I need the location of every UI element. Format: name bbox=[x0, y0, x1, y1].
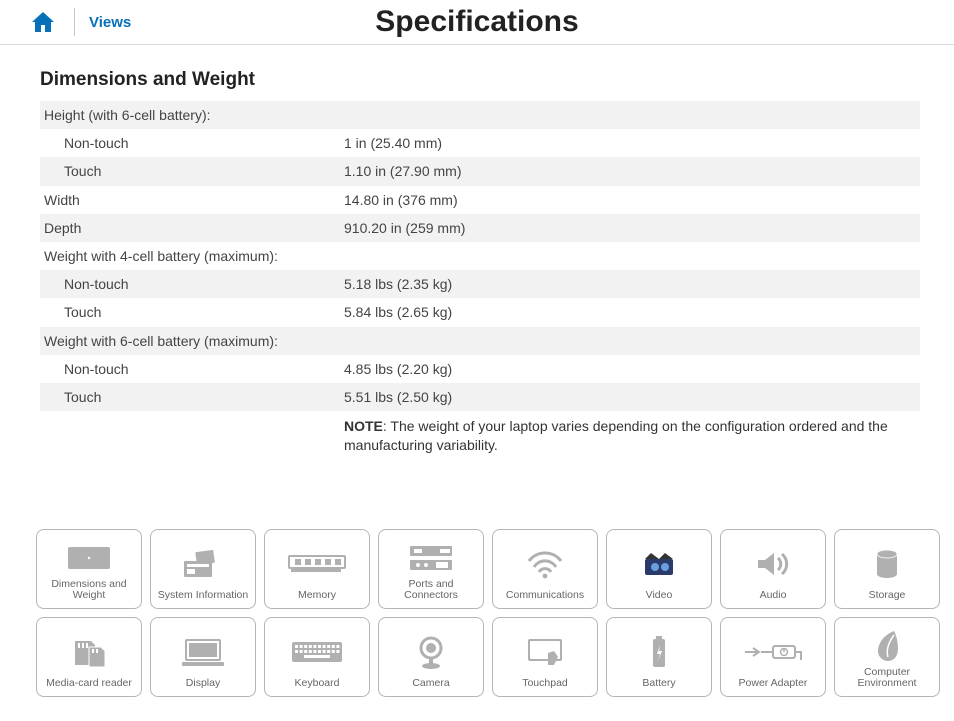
spec-row: Height (with 6-cell battery): bbox=[40, 101, 920, 129]
nav-label: Audio bbox=[760, 590, 787, 602]
nav-label: Battery bbox=[642, 678, 675, 690]
spec-value: 5.18 lbs (2.35 kg) bbox=[344, 275, 920, 293]
note-text: NOTE: The weight of your laptop varies d… bbox=[344, 417, 904, 455]
nav-dimensions-and-weight[interactable]: Dimensions and Weight bbox=[36, 529, 142, 609]
memory-icon bbox=[287, 538, 347, 590]
nav-label: Video bbox=[646, 590, 673, 602]
battery-icon bbox=[650, 626, 668, 678]
spec-label: Weight with 4-cell battery (maximum): bbox=[44, 247, 344, 265]
spec-value bbox=[344, 247, 920, 265]
nav-camera[interactable]: Camera bbox=[378, 617, 484, 697]
nav-battery[interactable]: Battery bbox=[606, 617, 712, 697]
nav-system-information[interactable]: System Information bbox=[150, 529, 256, 609]
nav-keyboard[interactable]: Keyboard bbox=[264, 617, 370, 697]
spec-row: Touch5.84 lbs (2.65 kg) bbox=[40, 298, 920, 326]
spec-label: Non-touch bbox=[44, 134, 344, 152]
nav-label: Media-card reader bbox=[46, 678, 132, 690]
top-bar: Views Specifications bbox=[0, 0, 954, 45]
spec-row: Width14.80 in (376 mm) bbox=[40, 186, 920, 214]
nav-touchpad[interactable]: Touchpad bbox=[492, 617, 598, 697]
spec-row: Touch5.51 lbs (2.50 kg) bbox=[40, 383, 920, 411]
page-title: Specifications bbox=[375, 5, 578, 39]
nav-label: Touchpad bbox=[522, 678, 568, 690]
display-icon bbox=[180, 626, 226, 678]
ports-icon bbox=[406, 538, 456, 579]
storage-icon bbox=[874, 538, 900, 590]
spec-label: Width bbox=[44, 191, 344, 209]
dimensions-icon bbox=[64, 538, 114, 579]
note-row: NOTE: The weight of your laptop varies d… bbox=[40, 411, 914, 455]
touchpad-icon bbox=[524, 626, 566, 678]
nav-label: Display bbox=[186, 678, 220, 690]
power-icon bbox=[743, 626, 803, 678]
nav-communications[interactable]: Communications bbox=[492, 529, 598, 609]
spec-row: Non-touch1 in (25.40 mm) bbox=[40, 129, 920, 157]
spec-label: Non-touch bbox=[44, 360, 344, 378]
nav-label: Dimensions and Weight bbox=[41, 579, 137, 602]
nav-label: Storage bbox=[869, 590, 906, 602]
spec-value: 910.20 in (259 mm) bbox=[344, 219, 920, 237]
spec-value: 5.84 lbs (2.65 kg) bbox=[344, 303, 920, 321]
nav-label: Power Adapter bbox=[739, 678, 808, 690]
spec-value: 1.10 in (27.90 mm) bbox=[344, 162, 920, 180]
nav-memory[interactable]: Memory bbox=[264, 529, 370, 609]
spec-value: 1 in (25.40 mm) bbox=[344, 134, 920, 152]
keyboard-icon bbox=[290, 626, 344, 678]
spec-label: Touch bbox=[44, 162, 344, 180]
nav-label: Memory bbox=[298, 590, 336, 602]
nav-grid: Dimensions and Weight System Information M… bbox=[0, 529, 954, 697]
nav-label: Ports and Connectors bbox=[383, 579, 479, 602]
spec-table: Height (with 6-cell battery):Non-touch1 … bbox=[40, 101, 920, 411]
spec-row: Weight with 6-cell battery (maximum): bbox=[40, 327, 920, 355]
spec-value bbox=[344, 106, 920, 124]
nav-label: Communications bbox=[506, 590, 584, 602]
sysinfo-icon bbox=[178, 538, 228, 590]
spec-row: Touch1.10 in (27.90 mm) bbox=[40, 157, 920, 185]
spec-row: Weight with 4-cell battery (maximum): bbox=[40, 242, 920, 270]
wifi-icon bbox=[525, 538, 565, 590]
sdcard-icon bbox=[69, 626, 109, 678]
spec-label: Weight with 6-cell battery (maximum): bbox=[44, 332, 344, 350]
spec-value bbox=[344, 332, 920, 350]
views-link[interactable]: Views bbox=[89, 14, 131, 31]
nav-ports-and-connectors[interactable]: Ports and Connectors bbox=[378, 529, 484, 609]
nav-video[interactable]: Video bbox=[606, 529, 712, 609]
nav-computer-environment[interactable]: Computer Environment bbox=[834, 617, 940, 697]
separator bbox=[74, 8, 75, 36]
nav-label: System Information bbox=[158, 590, 248, 602]
nav-storage[interactable]: Storage bbox=[834, 529, 940, 609]
nav-label: Computer Environment bbox=[839, 667, 935, 690]
spec-label: Touch bbox=[44, 303, 344, 321]
section-title: Dimensions and Weight bbox=[40, 69, 914, 91]
video-icon bbox=[637, 538, 681, 590]
camera-icon bbox=[415, 626, 447, 678]
spec-row: Non-touch4.85 lbs (2.20 kg) bbox=[40, 355, 920, 383]
spec-label: Touch bbox=[44, 388, 344, 406]
spec-label: Non-touch bbox=[44, 275, 344, 293]
audio-icon bbox=[754, 538, 792, 590]
home-icon[interactable] bbox=[30, 11, 56, 33]
content: Dimensions and Weight Height (with 6-cel… bbox=[0, 45, 954, 455]
spec-row: Non-touch5.18 lbs (2.35 kg) bbox=[40, 270, 920, 298]
spec-value: 14.80 in (376 mm) bbox=[344, 191, 920, 209]
nav-power-adapter[interactable]: Power Adapter bbox=[720, 617, 826, 697]
spec-value: 5.51 lbs (2.50 kg) bbox=[344, 388, 920, 406]
nav-label: Camera bbox=[412, 678, 449, 690]
spec-value: 4.85 lbs (2.20 kg) bbox=[344, 360, 920, 378]
nav-audio[interactable]: Audio bbox=[720, 529, 826, 609]
spec-row: Depth910.20 in (259 mm) bbox=[40, 214, 920, 242]
environment-icon bbox=[874, 626, 900, 667]
nav-display[interactable]: Display bbox=[150, 617, 256, 697]
spec-label: Height (with 6-cell battery): bbox=[44, 106, 344, 124]
spec-label: Depth bbox=[44, 219, 344, 237]
nav-label: Keyboard bbox=[295, 678, 340, 690]
nav-media-card-reader[interactable]: Media-card reader bbox=[36, 617, 142, 697]
